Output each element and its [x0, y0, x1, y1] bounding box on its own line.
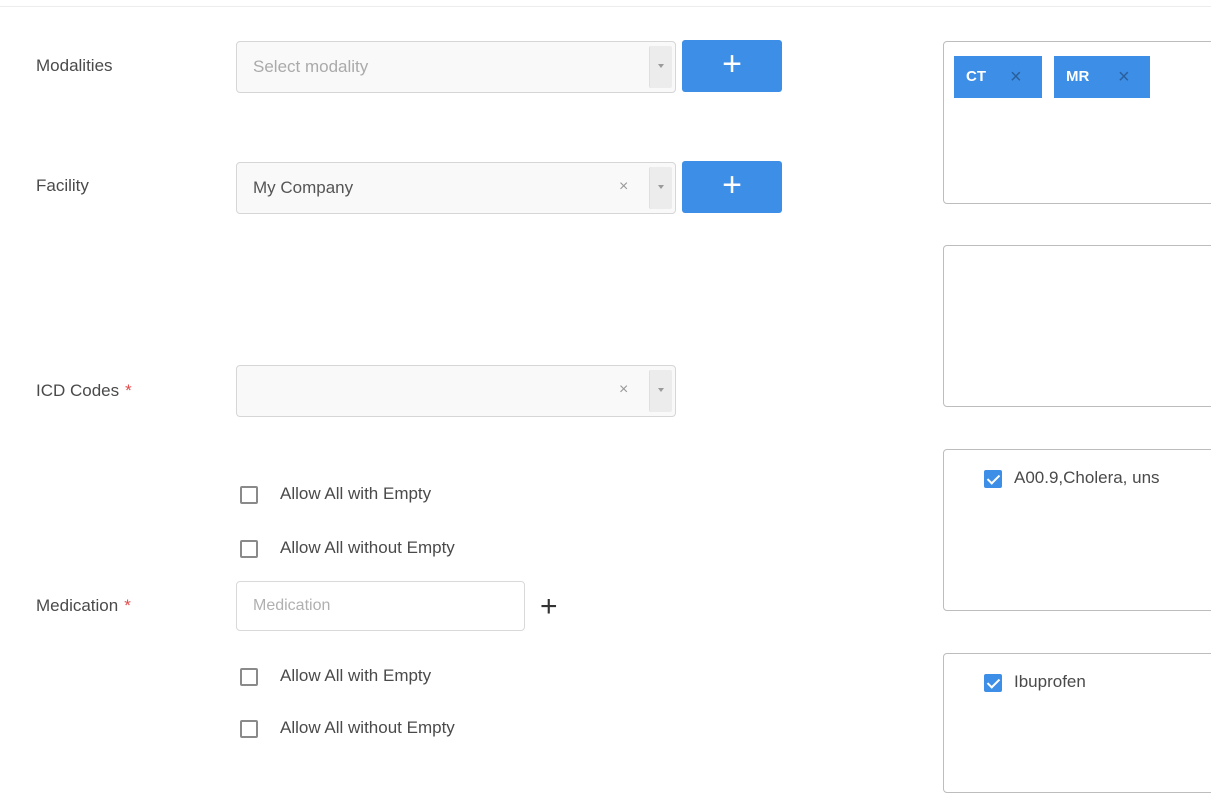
medication-selected-panel: Ibuprofen	[943, 653, 1211, 793]
modality-chip: CT ×	[954, 56, 1042, 98]
plus-icon: +	[722, 166, 742, 204]
medication-label: Medication *	[36, 596, 131, 615]
chevron-down-icon[interactable]	[649, 167, 672, 209]
facility-select-value: My Company	[253, 178, 354, 197]
add-modality-button[interactable]: +	[682, 40, 782, 92]
top-divider	[0, 0, 1211, 7]
chevron-down-icon[interactable]	[649, 46, 672, 88]
medication-input[interactable]	[237, 582, 524, 630]
medication-input-wrapper	[236, 581, 525, 631]
checkbox-icon[interactable]	[240, 540, 258, 558]
modality-chips-panel: CT × MR ×	[943, 41, 1211, 204]
modality-select-placeholder: Select modality	[253, 57, 369, 76]
close-icon[interactable]: ×	[619, 178, 628, 196]
checkbox-checked-icon[interactable]	[984, 470, 1002, 488]
checkbox-icon[interactable]	[240, 486, 258, 504]
facility-list-panel	[943, 245, 1211, 407]
facility-select[interactable]: My Company ×	[236, 162, 676, 214]
chevron-down-icon[interactable]	[649, 370, 672, 412]
checkbox-icon[interactable]	[240, 668, 258, 686]
plus-icon: +	[722, 45, 742, 83]
required-marker: *	[125, 381, 132, 400]
required-marker: *	[124, 596, 131, 615]
icd-codes-label: ICD Codes *	[36, 381, 132, 400]
checkbox-icon[interactable]	[240, 720, 258, 738]
plus-icon[interactable]: +	[540, 592, 558, 622]
icd-selected-panel: A00.9,Cholera, uns	[943, 449, 1211, 611]
close-icon[interactable]: ×	[1010, 56, 1022, 98]
modality-select[interactable]: Select modality	[236, 41, 676, 93]
close-icon[interactable]: ×	[619, 381, 628, 399]
add-facility-button[interactable]: +	[682, 161, 782, 213]
modalities-label: Modalities	[36, 56, 113, 75]
close-icon[interactable]: ×	[1118, 56, 1130, 98]
checkbox-checked-icon[interactable]	[984, 674, 1002, 692]
modality-chip: MR ×	[1054, 56, 1150, 98]
icd-codes-select[interactable]: ×	[236, 365, 676, 417]
facility-label: Facility	[36, 176, 89, 195]
